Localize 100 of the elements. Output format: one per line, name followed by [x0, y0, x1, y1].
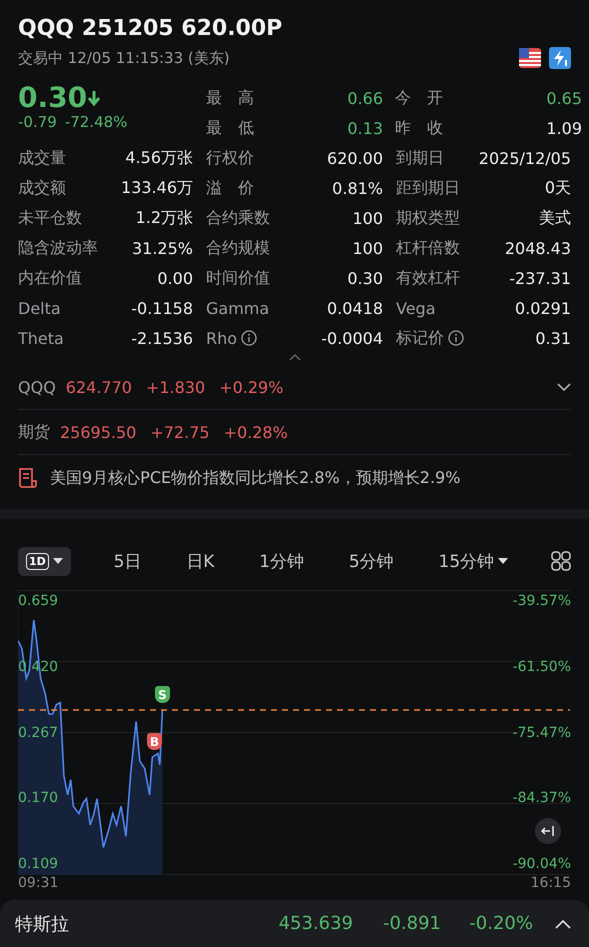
stat-label: 成交额: [18, 178, 66, 198]
stat-label: 溢 价: [206, 178, 254, 198]
stat-value: 0.65: [546, 88, 582, 108]
chevron-up-icon[interactable]: [555, 918, 571, 928]
stat-label: 期权类型: [396, 208, 460, 228]
stat-value: 100: [352, 208, 383, 228]
stat-value: 4.56万张: [125, 148, 193, 168]
stat-label: 合约乘数: [206, 208, 270, 228]
stat-label: 成交量: [18, 148, 66, 168]
document-icon: [18, 467, 38, 489]
stat-value: 0.81%: [332, 178, 383, 198]
end-time: 16:15: [530, 875, 571, 891]
stat-label: Delta: [18, 298, 61, 318]
stat-label: Vega: [396, 298, 436, 318]
period-tab[interactable]: 日K: [184, 544, 216, 578]
stat-label: 昨 收: [395, 118, 443, 138]
stat-label: 有效杠杆: [396, 268, 460, 288]
underlying-price: 25695.50: [60, 422, 136, 442]
stat-value: 100: [352, 238, 383, 258]
stat-value: 0.66: [347, 88, 383, 108]
stat-value: 0.00: [157, 268, 193, 288]
stat-value: -237.31: [509, 268, 571, 288]
start-time: 09:31: [18, 875, 58, 891]
info-icon[interactable]: [448, 330, 464, 346]
stat-value: 0.0291: [515, 298, 571, 318]
stat-label: 隐含波动率: [18, 238, 98, 258]
underlying-change: +1.830: [146, 378, 206, 396]
underlying-price: 624.770: [66, 378, 132, 396]
period-tab[interactable]: 15分钟: [436, 544, 510, 578]
axis-label: -75.47%: [512, 724, 571, 742]
stat-value: 0天: [544, 178, 571, 198]
axis-label: -61.50%: [512, 658, 571, 676]
info-icon[interactable]: [241, 330, 258, 346]
stat-value: -2.1536: [131, 328, 193, 348]
jump-to-end-icon: [541, 825, 555, 837]
stat-label: Theta: [18, 328, 64, 348]
stat-label: 杠杆倍数: [396, 238, 460, 258]
period-tab[interactable]: 5日: [112, 544, 144, 578]
price-change: -0.79: [18, 113, 57, 131]
axis-label: 0.659: [18, 592, 58, 610]
stat-label: 最 高: [206, 88, 254, 108]
axis-label: -39.57%: [512, 592, 571, 610]
axis-label: 0.109: [18, 855, 58, 873]
stat-label: 到期日: [396, 148, 444, 168]
last-price: 0.30: [18, 83, 206, 113]
stat-value: 美式: [539, 208, 571, 228]
dropdown-caret-icon: [498, 558, 508, 564]
stat-label: 行权价: [206, 148, 254, 168]
stat-value: 1.09: [546, 118, 582, 138]
stat-label: 未平仓数: [18, 208, 82, 228]
stat-value: 0.0418: [327, 298, 383, 318]
period-tab[interactable]: 1D: [18, 546, 71, 576]
stat-value: -0.0004: [321, 328, 383, 348]
axis-label: -90.04%: [512, 855, 571, 873]
stat-value: 620.00: [327, 148, 383, 168]
stat-label: 今 开: [395, 88, 443, 108]
stock-price: 453.639: [278, 913, 353, 934]
stock-change: -0.891: [382, 913, 441, 934]
underlying-change-percent: +0.28%: [224, 422, 288, 442]
stat-value: 2025/12/05: [478, 148, 571, 168]
news-headline[interactable]: 美国9月核心PCE物价指数同比增长2.8%，预期增长2.9%: [50, 468, 460, 488]
stat-label: 内在价值: [18, 268, 82, 288]
underlying-change: +72.75: [150, 422, 210, 442]
period-tab[interactable]: 1分钟: [257, 544, 306, 578]
stock-name: 特斯拉: [15, 912, 69, 936]
collapse-icon[interactable]: [288, 353, 300, 361]
option-title: QQQ 251205 620.00P: [18, 16, 284, 41]
stat-value: 133.46万: [121, 178, 193, 198]
stat-label: 合约规模: [206, 238, 270, 258]
trade-marker[interactable]: B: [147, 733, 162, 750]
stat-value: 0.31: [535, 328, 571, 348]
stat-value: 2048.43: [504, 238, 571, 258]
stat-value: 0.30: [347, 268, 383, 288]
underlying-change-percent: +0.29%: [219, 378, 284, 396]
stat-value: 31.25%: [132, 238, 193, 258]
underlying-name: 期货: [18, 422, 50, 442]
stat-value: 1.2万张: [136, 208, 193, 228]
lightning-icon[interactable]: [549, 47, 571, 69]
flag-icon: [519, 47, 541, 69]
stat-label: 时间价值: [206, 268, 270, 288]
stat-value: 0.13: [347, 118, 383, 138]
period-tab[interactable]: 5分钟: [346, 544, 396, 578]
jump-to-latest-button[interactable]: [535, 818, 561, 844]
axis-label: -84.37%: [512, 789, 571, 808]
change-percent: -72.48%: [64, 113, 128, 131]
ticker-bar[interactable]: 特斯拉 453.639 -0.891 -0.20%: [0, 900, 589, 947]
stat-label: Gamma: [206, 298, 270, 318]
dropdown-caret-icon: [52, 558, 63, 564]
stat-label: 距到期日: [396, 178, 460, 198]
axis-label: 0.267: [18, 724, 58, 742]
axis-label: 0.170: [18, 789, 58, 808]
chevron-down-icon[interactable]: [557, 382, 571, 392]
stat-label: Rho: [206, 328, 238, 348]
stat-label: 标记价: [396, 328, 444, 348]
stat-label: 最 低: [206, 118, 254, 138]
trading-status: 交易中 12/05 11:15:33 (美东): [18, 48, 230, 68]
stat-value: -0.1158: [131, 298, 193, 318]
stock-change-percent: -0.20%: [468, 913, 533, 934]
grid-icon[interactable]: [550, 551, 571, 571]
underlying-name: QQQ: [18, 378, 56, 396]
